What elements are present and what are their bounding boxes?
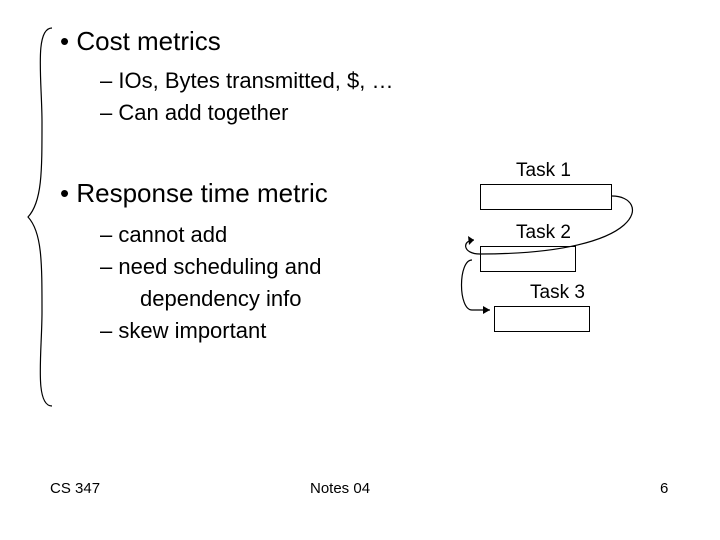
arrow-t2-t3 xyxy=(454,246,534,336)
dash-glyph: – xyxy=(100,222,112,247)
dash-glyph: – xyxy=(100,68,112,93)
sub-cost-1-text: IOs, Bytes transmitted, $, … xyxy=(118,68,393,93)
brace-glyph xyxy=(20,22,60,412)
bullet-glyph: • xyxy=(60,26,69,56)
bullet-cost: • Cost metrics xyxy=(60,26,221,57)
sub-resp-3-text: skew important xyxy=(118,318,266,343)
task1-label: Task 1 xyxy=(516,160,571,182)
dash-glyph: – xyxy=(100,100,112,125)
sub-resp-1-text: cannot add xyxy=(118,222,227,247)
bullet-cost-text: Cost metrics xyxy=(76,26,220,56)
sub-resp-2b-text: dependency info xyxy=(140,286,301,311)
sub-resp-2b: dependency info xyxy=(140,286,301,312)
dash-glyph: – xyxy=(100,254,112,279)
sub-cost-1: – IOs, Bytes transmitted, $, … xyxy=(100,68,393,94)
footer-right: 6 xyxy=(660,480,668,497)
task3-label: Task 3 xyxy=(530,282,585,304)
sub-cost-2: – Can add together xyxy=(100,100,288,126)
slide: • Cost metrics – IOs, Bytes transmitted,… xyxy=(0,0,720,540)
footer-left: CS 347 xyxy=(50,480,100,497)
sub-resp-2: – need scheduling and xyxy=(100,254,321,280)
sub-resp-3: – skew important xyxy=(100,318,266,344)
sub-cost-2-text: Can add together xyxy=(118,100,288,125)
dash-glyph: – xyxy=(100,318,112,343)
sub-resp-2-text: need scheduling and xyxy=(118,254,321,279)
bullet-resp: • Response time metric xyxy=(60,178,328,209)
sub-resp-1: – cannot add xyxy=(100,222,227,248)
bullet-resp-text: Response time metric xyxy=(76,178,327,208)
footer-center: Notes 04 xyxy=(310,480,370,497)
bullet-glyph: • xyxy=(60,178,69,208)
